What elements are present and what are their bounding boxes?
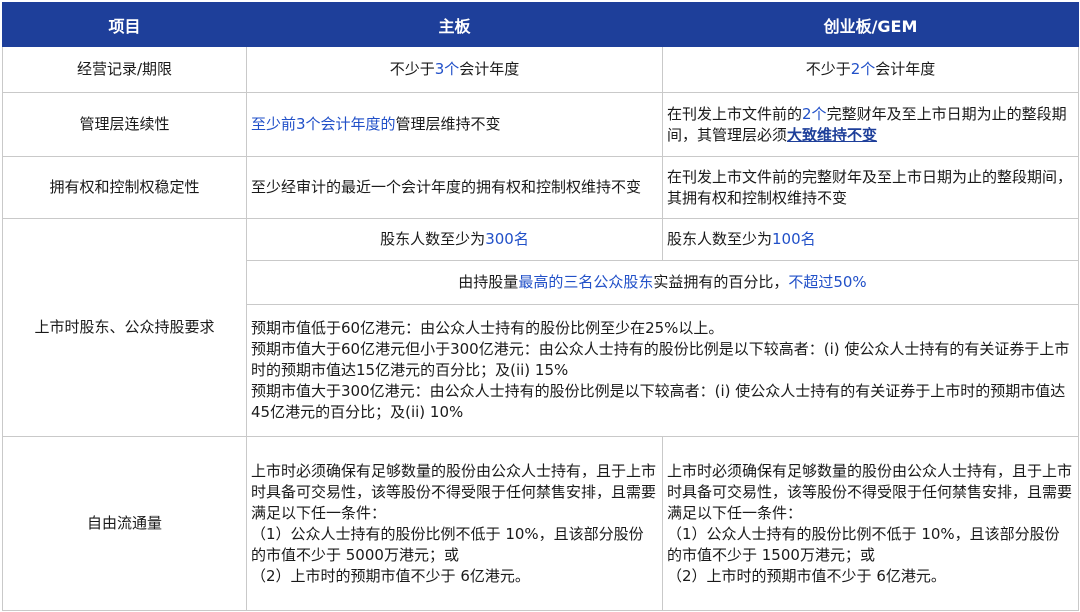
shareholder-count-main: 股东人数至少为300名	[246, 218, 663, 261]
highlight: 100名	[772, 230, 816, 248]
free-float-condition: （2）上市时的预期市值不少于 6亿港元。	[251, 566, 530, 585]
free-float-condition: （1）公众人士持有的股份比例不低于 10%，且该部分股份的市值不少于 5000万…	[251, 524, 644, 564]
text: 由持股量	[458, 273, 519, 291]
highlight: 最高的三名公众股东	[518, 273, 654, 291]
free-float-gem: 上市时必须确保有足够数量的股份由公众人士持有，且于上市时具备可交易性，该等股份不…	[662, 436, 1079, 611]
row-label-ownership: 拥有权和控制权稳定性	[2, 156, 247, 219]
emphasis: 大致维持不变	[787, 125, 878, 144]
track-record-gem: 不少于2个会计年度	[662, 46, 1079, 93]
header-main-board: 主板	[246, 2, 663, 47]
highlight: 3个	[434, 60, 460, 78]
free-float-main: 上市时必须确保有足够数量的股份由公众人士持有，且于上市时具备可交易性，该等股份不…	[246, 436, 663, 611]
row-label-free-float: 自由流通量	[2, 436, 247, 611]
text: 管理层维持不变	[395, 115, 501, 133]
text: 会计年度	[875, 60, 936, 78]
highlight: 不超过50%	[788, 273, 867, 291]
highlight: 300名	[485, 230, 529, 248]
highlight: 2个	[802, 104, 827, 123]
text: 会计年度	[459, 60, 520, 78]
public-float-line: 预期市值大于300亿港元：由公众人士持有的股份比例是以下较高者：(i) 使公众人…	[251, 382, 1066, 421]
free-float-condition: （2）上市时的预期市值不少于 6亿港元。	[667, 566, 946, 585]
text: 股东人数至少为	[380, 230, 486, 248]
row-free-float: 自由流通量 上市时必须确保有足够数量的股份由公众人士持有，且于上市时具备可交易性…	[2, 436, 1079, 611]
row-management: 管理层连续性 至少前3个会计年度的管理层维持不变 在刊发上市文件前的2个完整财年…	[2, 92, 1079, 157]
row-track-record: 经营记录/期限 不少于3个会计年度 不少于2个会计年度	[2, 46, 1079, 93]
row-label-management: 管理层连续性	[2, 92, 247, 157]
header-gem: 创业板/GEM	[662, 2, 1079, 47]
header-row: 项目 主板 创业板/GEM	[2, 2, 1079, 47]
ownership-gem: 在刊发上市文件前的完整财年及至上市日期为止的整段期间，其拥有权和控制权维持不变	[662, 156, 1079, 219]
top3-shareholders: 由持股量最高的三名公众股东实益拥有的百分比，不超过50%	[246, 260, 1079, 305]
header-item: 项目	[2, 2, 247, 47]
row-ownership: 拥有权和控制权稳定性 至少经审计的最近一个会计年度的拥有权和控制权维持不变 在刊…	[2, 156, 1079, 219]
row-label-shareholders: 上市时股东、公众持股要求	[2, 218, 247, 437]
highlight: 至少前3个会计年度的	[251, 115, 396, 133]
text: 实益拥有的百分比，	[653, 273, 789, 291]
public-float-line: 预期市值低于60亿港元：由公众人士持有的股份比例至少在25%以上。	[251, 319, 724, 337]
text: 不少于	[805, 60, 851, 78]
shareholder-count-gem: 股东人数至少为100名	[662, 218, 1079, 261]
free-float-condition: （1）公众人士持有的股份比例不低于 10%，且该部分股份的市值不少于 1500万…	[667, 524, 1060, 564]
ownership-main: 至少经审计的最近一个会计年度的拥有权和控制权维持不变	[246, 156, 663, 219]
row-shareholder-count: 上市时股东、公众持股要求 股东人数至少为300名 股东人数至少为100名	[2, 218, 1079, 437]
text: 股东人数至少为	[667, 230, 773, 248]
highlight: 2个	[850, 60, 876, 78]
public-float-rules: 预期市值低于60亿港元：由公众人士持有的股份比例至少在25%以上。 预期市值大于…	[246, 304, 1079, 437]
text: 不少于	[389, 60, 435, 78]
free-float-intro: 上市时必须确保有足够数量的股份由公众人士持有，且于上市时具备可交易性，该等股份不…	[667, 461, 1073, 522]
listing-requirements-table: 项目 主板 创业板/GEM 经营记录/期限 不少于3个会计年度 不少于2个会计年…	[2, 2, 1079, 611]
free-float-intro: 上市时必须确保有足够数量的股份由公众人士持有，且于上市时具备可交易性，该等股份不…	[251, 461, 657, 522]
public-float-line: 预期市值大于60亿港元但小于300亿港元：由公众人士持有的股份比例是以下较高者：…	[251, 340, 1070, 379]
track-record-main: 不少于3个会计年度	[246, 46, 663, 93]
management-main: 至少前3个会计年度的管理层维持不变	[246, 92, 663, 157]
text: 在刊发上市文件前的	[667, 104, 803, 123]
row-label-track-record: 经营记录/期限	[2, 46, 247, 93]
management-gem: 在刊发上市文件前的2个完整财年及至上市日期为止的整段期间，其管理层必须大致维持不…	[662, 92, 1079, 157]
